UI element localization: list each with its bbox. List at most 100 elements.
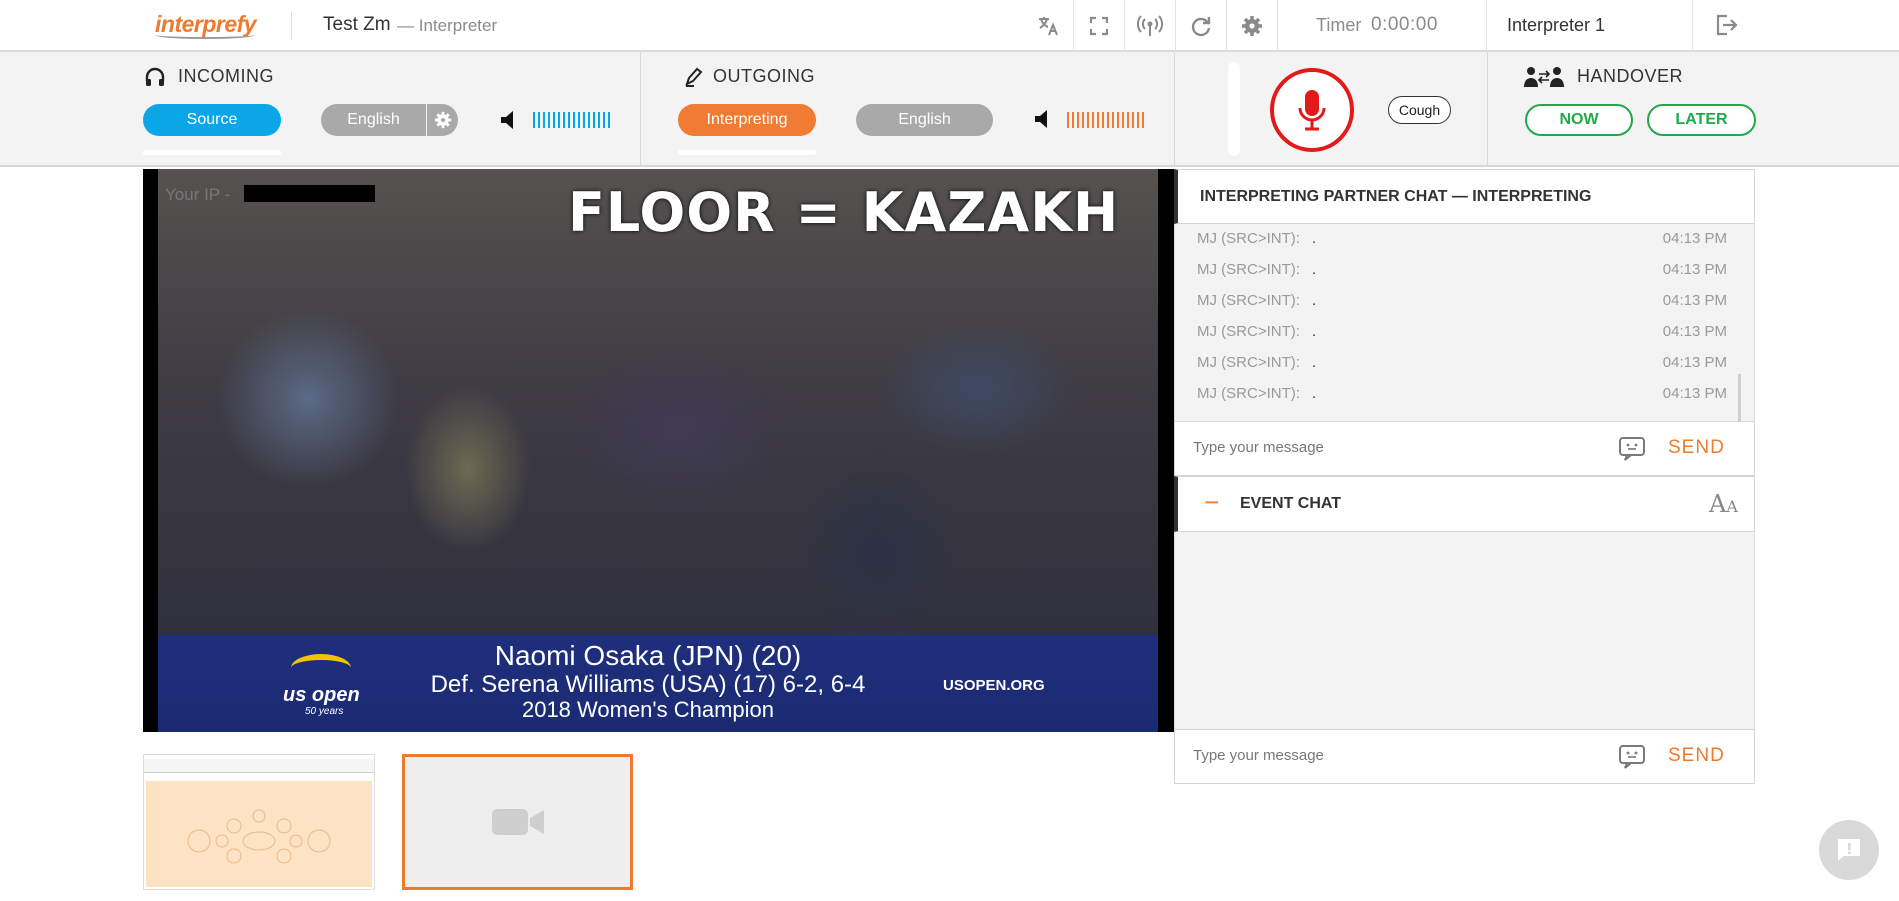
message-time: 04:13 PM <box>1662 354 1727 371</box>
partner-chat-compose: Type your message SEND <box>1174 421 1755 476</box>
meter-bar <box>543 112 545 128</box>
timer-label: Timer <box>1316 15 1362 35</box>
video-camera-icon <box>491 809 544 835</box>
divider <box>1487 51 1488 167</box>
send-button[interactable]: SEND <box>1668 745 1725 767</box>
settings-button[interactable] <box>1226 0 1277 51</box>
meter-bar <box>1107 112 1109 128</box>
emoji-icon[interactable] <box>1618 436 1646 462</box>
screen-share-thumbnail[interactable] <box>143 754 375 890</box>
meter-bar <box>568 112 570 128</box>
outgoing-language-select[interactable]: English <box>856 104 993 136</box>
message-text: . <box>1312 261 1317 278</box>
chat-message: MJ (SRC>INT): . 04:13 PM <box>1197 354 1727 385</box>
divider <box>291 12 292 40</box>
source-button[interactable]: Source <box>143 104 281 136</box>
caption-site: USOPEN.ORG <box>943 677 1045 694</box>
message-sender: MJ (SRC>INT): <box>1197 261 1300 278</box>
top-bar: interprefy Test Zm — Interpreter Timer 0… <box>0 0 1899 51</box>
emoji-icon[interactable] <box>1618 744 1646 770</box>
collapse-icon[interactable]: − <box>1204 487 1219 518</box>
incoming-settings-button[interactable] <box>427 104 458 136</box>
caption-line-1: Naomi Osaka (JPN) (20) <box>494 640 802 671</box>
meter-bar <box>583 112 585 128</box>
font-size-icon[interactable]: AA <box>1709 490 1738 518</box>
logo-sub: 50 years <box>305 706 344 717</box>
message-time: 04:13 PM <box>1662 230 1727 247</box>
chat-message: MJ (SRC>INT): . 04:13 PM <box>1197 230 1727 261</box>
speaker-icon[interactable] <box>1033 108 1055 130</box>
outgoing-volume-meter <box>1067 112 1144 128</box>
message-sender: MJ (SRC>INT): <box>1197 292 1300 309</box>
meter-bar <box>608 112 610 128</box>
camera-thumbnail[interactable] <box>402 754 633 890</box>
partner-chat-header[interactable]: INTERPRETING PARTNER CHAT — INTERPRETING <box>1174 169 1755 224</box>
divider <box>1692 0 1693 51</box>
diagram-preview <box>187 809 331 864</box>
fullscreen-icon <box>1089 16 1109 35</box>
chat-message: MJ (SRC>INT): . 04:13 PM <box>1197 261 1727 292</box>
outgoing-title: OUTGOING <box>713 66 815 86</box>
chat-message: MJ (SRC>INT): . 04:13 PM <box>1197 323 1727 354</box>
handover-icon <box>1524 67 1564 87</box>
incoming-language-select[interactable]: English <box>321 104 426 136</box>
meter-bar <box>1127 112 1129 128</box>
floor-overlay: FLOOR = KAZAKH <box>568 181 1120 244</box>
logout-icon[interactable] <box>1713 12 1739 38</box>
chat-scrollbar[interactable] <box>1738 374 1741 422</box>
meter-bar <box>1112 112 1114 128</box>
microphone-icon <box>1298 90 1326 131</box>
refresh-icon <box>1191 16 1211 36</box>
translate-button[interactable] <box>1022 0 1073 51</box>
message-input[interactable]: Type your message <box>1193 747 1324 764</box>
meter-bar <box>1067 112 1069 128</box>
handover-title: HANDOVER <box>1577 66 1684 86</box>
message-sender: MJ (SRC>INT): <box>1197 230 1300 247</box>
mute-slider[interactable] <box>1228 62 1240 156</box>
meter-bar <box>1132 112 1134 128</box>
partner-chat-log[interactable]: MJ (SRC>INT): . 04:13 PM MJ (SRC>INT): .… <box>1174 224 1755 423</box>
microphone-button[interactable] <box>1270 68 1354 152</box>
meter-bar <box>578 112 580 128</box>
broadcast-button[interactable] <box>1124 0 1175 51</box>
meter-bar <box>1122 112 1124 128</box>
interpreting-indicator <box>678 150 816 155</box>
video-player[interactable]: Your IP - FLOOR = KAZAKH us open 50 year… <box>143 169 1174 732</box>
us-open-logo: us open 50 years <box>283 654 363 717</box>
meter-bar <box>1092 112 1094 128</box>
message-input[interactable]: Type your message <box>1193 439 1324 456</box>
cough-button[interactable]: Cough <box>1388 96 1451 124</box>
chat-message: MJ (SRC>INT): . 04:13 PM <box>1197 292 1727 323</box>
handover-now-button[interactable]: NOW <box>1525 104 1633 136</box>
chat-bubble-icon <box>1838 839 1860 861</box>
message-time: 04:13 PM <box>1662 292 1727 309</box>
fullscreen-button[interactable] <box>1073 0 1124 51</box>
pen-icon <box>685 67 703 87</box>
gear-icon <box>434 111 451 129</box>
refresh-button[interactable] <box>1175 0 1226 51</box>
interpreter-name: Interpreter 1 <box>1507 15 1606 35</box>
meter-bar <box>1077 112 1079 128</box>
timer-value: 0:00:00 <box>1371 14 1438 35</box>
interpreting-button[interactable]: Interpreting <box>678 104 816 136</box>
interprefy-logo: interprefy <box>155 9 257 39</box>
handover-later-button[interactable]: LATER <box>1647 104 1756 136</box>
message-text: . <box>1312 385 1317 402</box>
ip-label: Your IP - <box>165 185 231 204</box>
speaker-icon[interactable] <box>499 109 521 131</box>
send-button[interactable]: SEND <box>1668 437 1725 459</box>
meter-bar <box>548 112 550 128</box>
gear-icon <box>1242 15 1262 36</box>
help-chat-button[interactable] <box>1819 820 1879 880</box>
meter-bar <box>553 112 555 128</box>
event-chat-header[interactable]: − EVENT CHAT AA <box>1174 476 1755 532</box>
meter-bar <box>533 112 535 128</box>
message-text: . <box>1312 292 1317 309</box>
message-time: 04:13 PM <box>1662 323 1727 340</box>
ip-redaction <box>244 185 375 202</box>
meter-bar <box>1137 112 1139 128</box>
session-title: Test Zm <box>323 14 391 35</box>
meter-bar <box>538 112 540 128</box>
event-chat-log[interactable] <box>1174 532 1755 731</box>
event-chat-title: EVENT CHAT <box>1240 495 1342 512</box>
